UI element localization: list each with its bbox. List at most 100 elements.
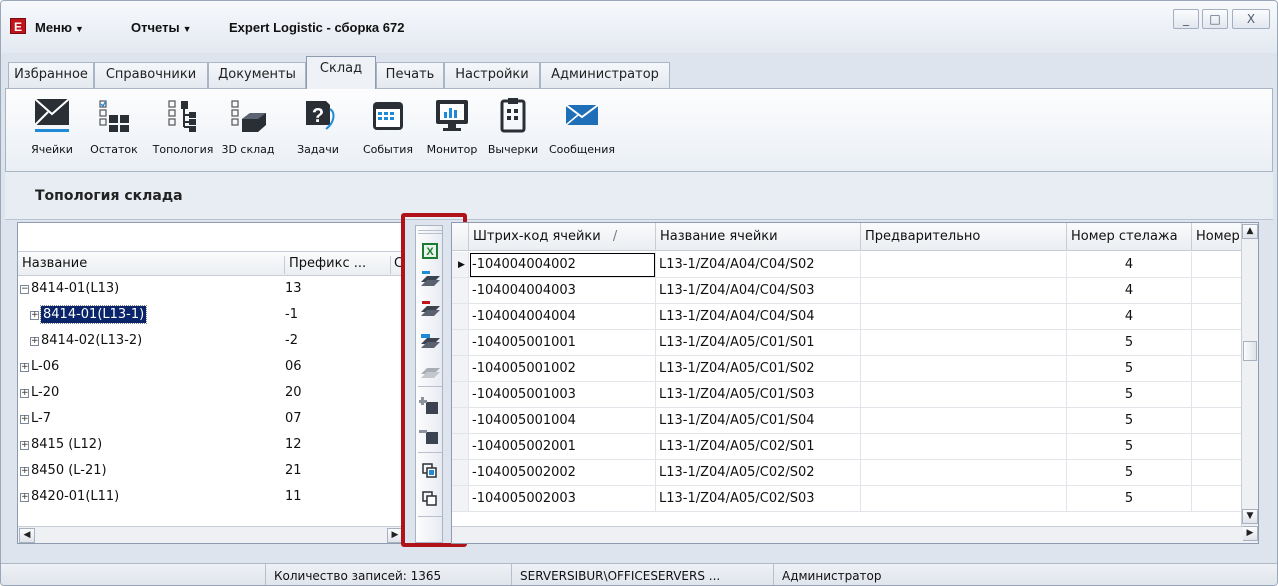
cell-preliminary[interactable] <box>861 330 1067 356</box>
tab-favorites[interactable]: Избранное <box>8 62 94 88</box>
paste-icon[interactable] <box>419 488 441 510</box>
cell-rack-number[interactable]: 5 <box>1067 330 1192 356</box>
tree-col-prefix[interactable]: Префикс ... <box>284 256 366 274</box>
expand-icon[interactable]: + <box>20 415 29 424</box>
cell-barcode[interactable]: -104005002002 <box>469 460 656 486</box>
tree-item[interactable]: +8420-01(L11) 11 <box>18 485 404 511</box>
ribbon-messages-button[interactable]: Сообщения <box>544 95 620 156</box>
cell-name[interactable]: L13-1/Z04/A05/C01/S03 <box>656 382 861 408</box>
table-row[interactable]: -104005002002 L13-1/Z04/A05/C02/S02 5 <box>452 460 1258 486</box>
maximize-button[interactable]: □ <box>1202 9 1228 29</box>
col-rack-number[interactable]: Номер стелажа <box>1067 223 1192 251</box>
cell-preliminary[interactable] <box>861 408 1067 434</box>
remove-cell-icon[interactable] <box>419 424 441 446</box>
ribbon-events-button[interactable]: События <box>360 95 416 156</box>
cell-rack-number[interactable]: 5 <box>1067 434 1192 460</box>
cell-preliminary[interactable] <box>861 460 1067 486</box>
cell-preliminary[interactable] <box>861 486 1067 512</box>
table-row[interactable]: -104005002001 L13-1/Z04/A05/C02/S01 5 <box>452 434 1258 460</box>
table-row[interactable]: -104004004003 L13-1/Z04/A04/C04/S03 4 <box>452 278 1258 304</box>
tree-item[interactable]: +8450 (L-21) 21 <box>18 459 404 485</box>
cell-rack-number[interactable]: 5 <box>1067 486 1192 512</box>
table-row[interactable]: ▶ -104004004002 L13-1/Z04/A04/C04/S02 4 <box>452 252 1258 278</box>
tree-item-name[interactable]: + L-20 <box>20 385 59 400</box>
cell-rack-number[interactable]: 5 <box>1067 460 1192 486</box>
tab-warehouse[interactable]: Склад <box>306 56 376 89</box>
row-indicator[interactable] <box>452 460 469 486</box>
ribbon-topology-button[interactable]: Топология <box>148 95 218 156</box>
cell-barcode[interactable]: -104004004002 <box>469 252 656 278</box>
add-cell-icon[interactable] <box>419 394 441 416</box>
cell-rack-number[interactable]: 5 <box>1067 408 1192 434</box>
tree-item[interactable]: +8414-02(L13-2) -2 <box>18 329 404 355</box>
tree-hscrollbar[interactable]: ◀ ▶ <box>18 526 404 543</box>
add-rows-blue-icon[interactable] <box>419 330 441 352</box>
scroll-down-icon[interactable]: ▼ <box>1242 509 1258 524</box>
row-indicator[interactable] <box>452 330 469 356</box>
row-indicator[interactable] <box>452 408 469 434</box>
expand-icon[interactable]: + <box>30 337 39 346</box>
collapse-icon[interactable]: − <box>20 285 29 294</box>
cell-preliminary[interactable] <box>861 278 1067 304</box>
cell-preliminary[interactable] <box>861 434 1067 460</box>
cell-name[interactable]: L13-1/Z04/A05/C02/S01 <box>656 434 861 460</box>
tree-col-name[interactable]: Название <box>22 256 87 271</box>
tab-references[interactable]: Справочники <box>94 62 208 88</box>
ribbon-deductions-button[interactable]: Вычерки <box>482 95 544 156</box>
row-indicator[interactable] <box>452 382 469 408</box>
close-button[interactable]: X <box>1232 9 1270 29</box>
grid-vscrollbar[interactable]: ▲ ▼ ▶ <box>1241 223 1258 543</box>
cell-name[interactable]: L13-1/Z04/A05/C01/S01 <box>656 330 861 356</box>
ribbon-monitor-button[interactable]: Монитор <box>421 95 483 156</box>
table-row[interactable]: -104004004004 L13-1/Z04/A04/C04/S04 4 <box>452 304 1258 330</box>
tree-item-name[interactable]: +8414-02(L13-2) <box>30 333 142 348</box>
table-row[interactable]: -104005001004 L13-1/Z04/A05/C01/S04 5 <box>452 408 1258 434</box>
tree-item[interactable]: +8415 (L12) 12 <box>18 433 404 459</box>
cell-rack-number[interactable]: 4 <box>1067 252 1192 278</box>
expand-icon[interactable]: + <box>30 311 39 320</box>
cell-preliminary[interactable] <box>861 304 1067 330</box>
grid-scroll-thumb[interactable] <box>1243 341 1257 361</box>
tree-item[interactable]: + L-7 07 <box>18 407 404 433</box>
cell-barcode[interactable]: -104004004004 <box>469 304 656 330</box>
cell-rack-number[interactable]: 5 <box>1067 356 1192 382</box>
tab-documents[interactable]: Документы <box>208 62 306 88</box>
row-indicator[interactable] <box>452 278 469 304</box>
delete-row-icon[interactable] <box>419 298 441 320</box>
scroll-left-icon[interactable]: ◀ <box>19 528 35 543</box>
menu-main[interactable]: Меню ▼ <box>35 20 84 35</box>
row-indicator[interactable] <box>452 486 469 512</box>
tree-item-name[interactable]: +8414-01(L13-1) <box>30 305 148 324</box>
table-row[interactable]: -104005001003 L13-1/Z04/A05/C01/S03 5 <box>452 382 1258 408</box>
ribbon-3d-button[interactable]: 3D склад <box>220 95 276 156</box>
excel-export-icon[interactable]: X <box>419 240 441 262</box>
cell-name[interactable]: L13-1/Z04/A04/C04/S03 <box>656 278 861 304</box>
cell-name[interactable]: L13-1/Z04/A05/C02/S02 <box>656 460 861 486</box>
tree-item-name[interactable]: +8420-01(L11) <box>20 489 119 504</box>
tree-item-name[interactable]: +8450 (L-21) <box>20 463 107 478</box>
grid-hscrollbar[interactable] <box>452 526 1243 543</box>
cell-preliminary[interactable] <box>861 356 1067 382</box>
add-row-icon[interactable] <box>419 268 441 290</box>
tab-print[interactable]: Печать <box>376 62 444 88</box>
tab-admin[interactable]: Администратор <box>540 62 670 88</box>
tree-item-name[interactable]: +8415 (L12) <box>20 437 102 452</box>
row-indicator[interactable] <box>452 356 469 382</box>
tree-item[interactable]: + L-06 06 <box>18 355 404 381</box>
table-row[interactable]: -104005001002 L13-1/Z04/A05/C01/S02 5 <box>452 356 1258 382</box>
tree-item-name[interactable]: −8414-01(L13) <box>20 281 119 296</box>
cell-barcode[interactable]: -104005001002 <box>469 356 656 382</box>
copy-icon[interactable] <box>419 460 441 482</box>
ribbon-stock-button[interactable]: Остаток <box>82 95 146 156</box>
col-barcode[interactable]: Штрих-код ячейки / <box>469 223 656 251</box>
cell-name[interactable]: L13-1/Z04/A05/C01/S02 <box>656 356 861 382</box>
cell-barcode[interactable]: -104005002001 <box>469 434 656 460</box>
cell-name[interactable]: L13-1/Z04/A05/C01/S04 <box>656 408 861 434</box>
tree-item[interactable]: −8414-01(L13) 13 <box>18 277 404 303</box>
expand-icon[interactable]: + <box>20 441 29 450</box>
menu-reports[interactable]: Отчеты ▼ <box>131 20 191 35</box>
tree-item-name[interactable]: + L-06 <box>20 359 59 374</box>
cell-name[interactable]: L13-1/Z04/A04/C04/S04 <box>656 304 861 330</box>
row-indicator[interactable] <box>452 434 469 460</box>
scroll-up-icon[interactable]: ▲ <box>1242 224 1258 239</box>
